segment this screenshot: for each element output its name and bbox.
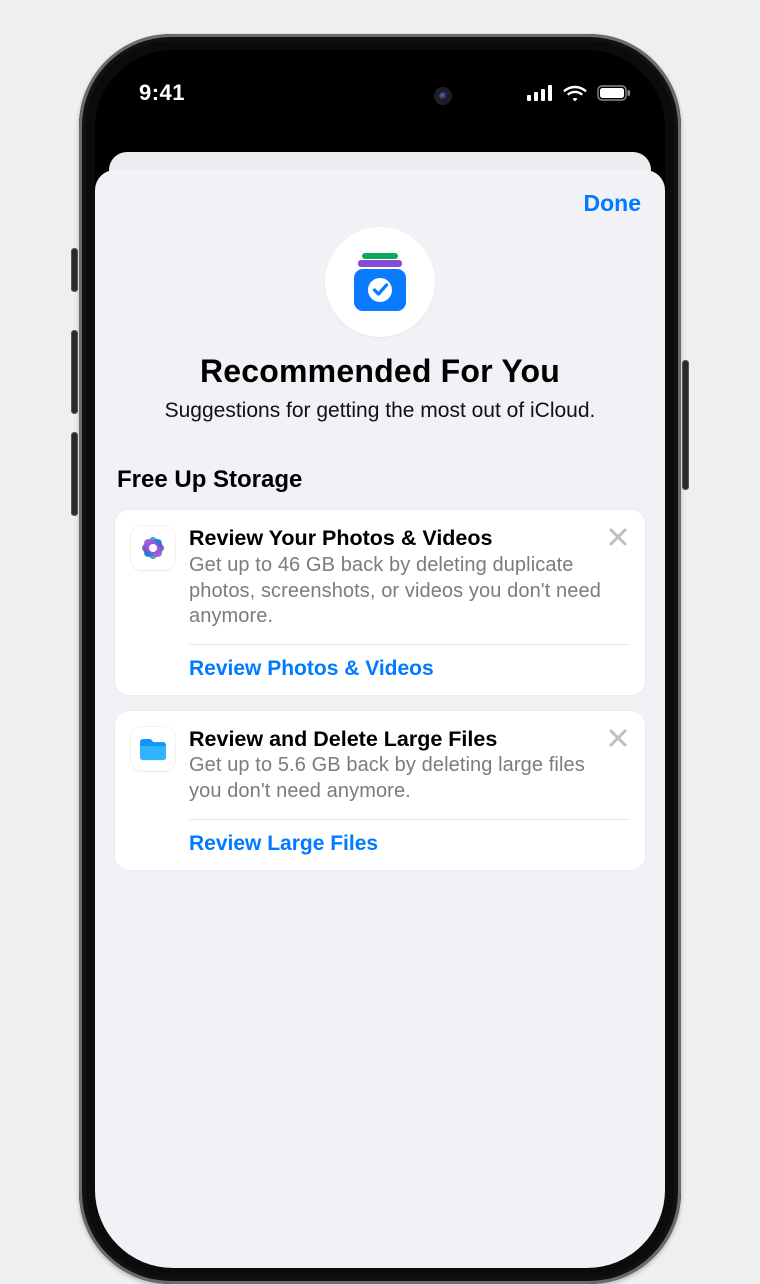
- volume-down-button: [71, 432, 78, 516]
- battery-icon: [597, 85, 631, 101]
- modal-sheet: Done Recommended For You Suggestions for…: [95, 170, 665, 1268]
- review-photos-button[interactable]: Review Photos & Videos: [189, 645, 629, 681]
- dismiss-button[interactable]: [607, 526, 629, 548]
- page-title: Recommended For You: [200, 353, 560, 390]
- photos-app-icon: [131, 526, 175, 570]
- dismiss-button[interactable]: [607, 727, 629, 749]
- files-app-icon: [131, 727, 175, 771]
- hero-icon: [325, 227, 435, 337]
- section-title-free-up: Free Up Storage: [115, 466, 645, 494]
- card-description: Get up to 46 GB back by deleting duplica…: [189, 553, 603, 630]
- done-button[interactable]: Done: [580, 184, 646, 223]
- dynamic-island: [294, 74, 466, 118]
- front-camera-icon: [434, 87, 452, 105]
- phone-frame: 9:41: [79, 34, 681, 1284]
- recommendation-card-photos: Review Your Photos & Videos Get up to 46…: [115, 510, 645, 695]
- card-title: Review Your Photos & Videos: [189, 526, 603, 551]
- card-title: Review and Delete Large Files: [189, 727, 603, 752]
- power-button: [682, 360, 689, 490]
- volume-up-button: [71, 330, 78, 414]
- review-files-button[interactable]: Review Large Files: [189, 820, 629, 856]
- page-subtitle: Suggestions for getting the most out of …: [165, 398, 596, 424]
- cellular-icon: [527, 85, 553, 101]
- hero: Recommended For You Suggestions for gett…: [115, 227, 645, 424]
- status-time: 9:41: [139, 80, 185, 106]
- wifi-icon: [563, 85, 587, 102]
- mute-switch: [71, 248, 78, 292]
- recommendation-card-files: Review and Delete Large Files Get up to …: [115, 711, 645, 870]
- phone-screen: 9:41: [95, 50, 665, 1268]
- card-description: Get up to 5.6 GB back by deleting large …: [189, 753, 603, 804]
